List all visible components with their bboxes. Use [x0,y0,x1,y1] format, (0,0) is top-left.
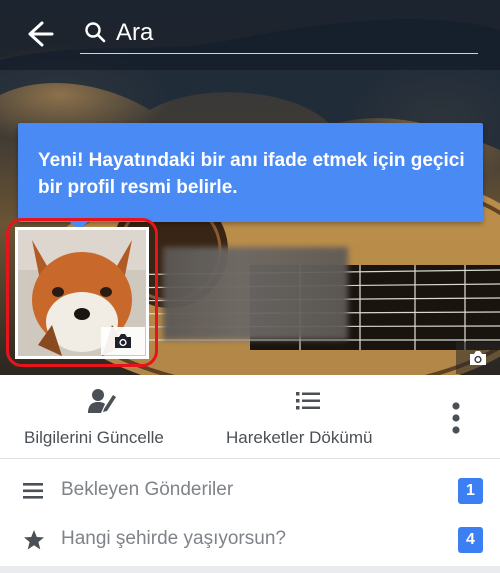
tooltip-text: Yeni! Hayatındaki bir anı ifade etmek iç… [38,150,465,198]
camera-icon [115,334,131,348]
city-question-badge: 4 [458,527,483,553]
city-question-item[interactable]: Hangi şehirde yaşıyorsun? 4 [0,513,500,565]
pending-posts-item[interactable]: Bekleyen Gönderiler 1 [0,464,500,516]
search-input[interactable]: Ara [80,14,478,54]
pending-posts-label: Bekleyen Gönderiler [61,479,234,500]
activity-log-label: Hareketler Dökümü [226,428,373,447]
cover-photo-camera-button[interactable] [456,342,500,374]
star-icon [24,530,44,550]
profile-picture-tooltip[interactable]: Yeni! Hayatındaki bir anı ifade etmek iç… [18,123,483,222]
arrow-left-icon [28,21,54,47]
list-icon [296,392,320,410]
cover-photo[interactable]: Ara Yeni! Hayatındaki bir anı ifade etme… [0,0,500,375]
back-button[interactable] [22,18,56,50]
menu-lines-icon [23,483,43,499]
search-icon [85,22,106,43]
profile-actions-bar: Bilgilerini Güncelle Hareketler Dökümü [0,375,500,459]
top-search-bar: Ara [0,0,500,66]
profile-name-blurred [163,247,348,340]
edit-profile-icon [88,389,116,413]
more-vertical-icon [452,402,460,434]
more-options-button[interactable] [436,375,476,459]
camera-icon [470,351,486,365]
city-question-label: Hangi şehirde yaşıyorsun? [61,528,286,549]
profile-picture-camera-button[interactable] [101,327,145,355]
activity-log-button[interactable]: Hareketler Dökümü [215,375,405,459]
bottom-divider [0,566,500,573]
pending-posts-badge: 1 [458,478,483,504]
search-placeholder: Ara [116,19,154,46]
update-info-label: Bilgilerini Güncelle [24,428,164,447]
update-info-button[interactable]: Bilgilerini Güncelle [10,375,195,459]
